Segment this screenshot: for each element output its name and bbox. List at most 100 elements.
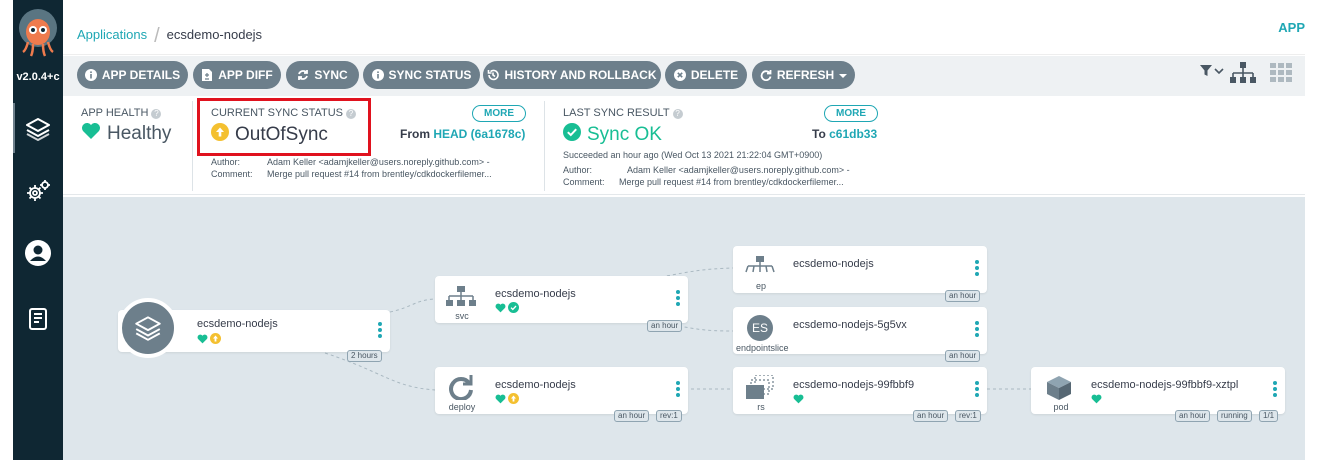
top-right-label[interactable]: APP	[1278, 20, 1305, 35]
heart-icon	[495, 300, 506, 318]
health-status: Healthy	[81, 122, 171, 146]
user-icon[interactable]	[21, 236, 55, 270]
age-tag: an hour	[945, 350, 981, 362]
app-diff-button[interactable]: APP DIFF	[193, 61, 281, 89]
app-details-button[interactable]: APP DETAILS	[77, 61, 188, 89]
book-icon[interactable]	[21, 302, 55, 336]
last-sync-more-button[interactable]: MORE	[824, 105, 878, 122]
sync-ok-label: Sync OK	[587, 124, 662, 145]
sync-to-revision: To c61db33	[812, 127, 877, 141]
author-label: Author:	[563, 165, 593, 175]
last-sync-heading-label: LAST SYNC RESULT	[563, 107, 670, 119]
node-menu-icon[interactable]	[676, 381, 680, 399]
delete-button[interactable]: DELETE	[665, 61, 747, 89]
delete-icon	[673, 69, 686, 81]
refresh-button[interactable]: REFRESH	[752, 61, 855, 89]
ready-tag: 1/1	[1259, 410, 1279, 422]
from-revision-link[interactable]: HEAD (6a1678c)	[433, 127, 525, 141]
left-gutter	[0, 0, 13, 467]
deploy-node[interactable]: deploy ecsdemo-nodejs	[435, 367, 688, 414]
node-menu-icon[interactable]	[378, 322, 382, 340]
sync-status-more-button[interactable]: MORE	[472, 105, 526, 122]
revision-tag: rev:1	[656, 410, 682, 422]
author-value: Adam Keller <adamjkeller@users.noreply.g…	[627, 165, 850, 175]
panel-divider	[544, 101, 545, 191]
comment-value: Merge pull request #14 from brentley/cdk…	[619, 177, 844, 187]
svc-node[interactable]: svc ecsdemo-nodejs	[435, 276, 688, 323]
panel-divider	[192, 101, 193, 191]
pod-status-tag: running	[1217, 410, 1252, 422]
node-kind: pod	[1053, 402, 1069, 412]
grid-view-icon[interactable]	[1270, 63, 1292, 88]
pod-node[interactable]: pod ecsdemo-nodejs-99fbbf9-xztpl	[1031, 367, 1285, 414]
last-sync-comment-row: Comment: Merge pull request #14 from bren…	[563, 177, 844, 187]
sync-from-revision: From HEAD (6a1678c)	[400, 127, 525, 141]
app-details-label: APP DETAILS	[101, 68, 181, 82]
breadcrumb-separator: /	[154, 25, 160, 47]
heart-icon	[1091, 391, 1102, 409]
node-kind: deploy	[448, 402, 476, 412]
author-value: Adam Keller <adamjkeller@users.noreply.g…	[267, 157, 490, 167]
history-rollback-button[interactable]: HISTORY AND ROLLBACK	[483, 61, 661, 89]
app-diff-label: APP DIFF	[218, 68, 273, 82]
help-icon[interactable]: ?	[151, 109, 162, 119]
node-menu-icon[interactable]	[975, 260, 979, 278]
deployment-icon	[447, 374, 475, 405]
sync-button[interactable]: SYNC	[286, 61, 359, 89]
node-status	[197, 331, 221, 349]
filter-icon[interactable]	[1200, 64, 1224, 83]
age-tag: an hour	[945, 290, 981, 302]
succeeded-text: Succeeded an hour ago (Wed Oct 13 2021 2…	[563, 150, 823, 160]
node-menu-icon[interactable]	[676, 290, 680, 308]
heart-icon	[495, 391, 506, 409]
check-circle-icon	[508, 300, 519, 318]
argo-logo[interactable]	[16, 6, 60, 62]
comment-label: Comment:	[211, 169, 253, 179]
sync-comment-row: Comment: Merge pull request #14 from bren…	[211, 169, 492, 179]
info-icon	[371, 69, 384, 81]
help-icon[interactable]: ?	[672, 109, 683, 119]
comment-value: Merge pull request #14 from brentley/cdk…	[267, 169, 492, 179]
sidebar: v2.0.4+c	[13, 0, 63, 460]
node-name: ecsdemo-nodejs-99fbbf9	[793, 379, 915, 391]
to-revision-link[interactable]: c61db33	[829, 127, 877, 141]
sync-status-button[interactable]: SYNC STATUS	[363, 61, 480, 89]
history-rollback-label: HISTORY AND ROLLBACK	[504, 68, 657, 82]
tree-view-icon[interactable]	[1230, 62, 1256, 89]
sync-status-highlight-box	[197, 98, 371, 156]
action-toolbar: APP DETAILS APP DIFF SYNC SYNC STATUS HI…	[63, 56, 1305, 96]
gears-icon[interactable]	[21, 174, 55, 208]
layers-icon[interactable]	[21, 112, 55, 146]
refresh-label: REFRESH	[776, 68, 835, 82]
bottom-strip	[0, 460, 1323, 467]
last-sync-heading: LAST SYNC RESULT?	[563, 107, 683, 119]
out-of-sync-icon	[508, 391, 519, 409]
node-name: ecsdemo-nodejs	[793, 258, 874, 270]
ep-node[interactable]: ep ecsdemo-nodejs	[733, 246, 987, 293]
heart-icon	[793, 391, 804, 409]
delete-label: DELETE	[690, 68, 739, 82]
heart-icon	[197, 331, 208, 349]
age-tag: an hour	[614, 410, 650, 422]
breadcrumb: Applications / ecsdemo-nodejs	[77, 22, 262, 47]
sync-status-label: SYNC STATUS	[388, 68, 472, 82]
node-name: ecsdemo-nodejs	[197, 318, 278, 330]
check-circle-icon	[563, 123, 581, 147]
breadcrumb-applications-link[interactable]: Applications	[77, 27, 147, 42]
node-status	[495, 300, 519, 318]
rs-node[interactable]: rs ecsdemo-nodejs-99fbbf9	[733, 367, 987, 414]
author-label: Author:	[211, 157, 241, 167]
node-menu-icon[interactable]	[975, 321, 979, 339]
endpointslice-node[interactable]: ES endpointslice ecsdemo-nodejs-5g5vx	[733, 307, 987, 354]
node-kind: rs	[757, 402, 765, 412]
age-tag: an hour	[647, 320, 683, 332]
node-menu-icon[interactable]	[1273, 381, 1277, 399]
age-tag: an hour	[1175, 410, 1211, 422]
refresh-icon	[760, 69, 772, 81]
endpointslice-badge: ES	[747, 315, 773, 341]
health-value: Healthy	[107, 123, 172, 144]
node-menu-icon[interactable]	[975, 381, 979, 399]
sync-author-row: Author: Adam Keller <adamjkeller@users.no…	[211, 157, 490, 167]
heart-icon	[81, 122, 101, 146]
app-root-circle[interactable]	[118, 298, 178, 358]
